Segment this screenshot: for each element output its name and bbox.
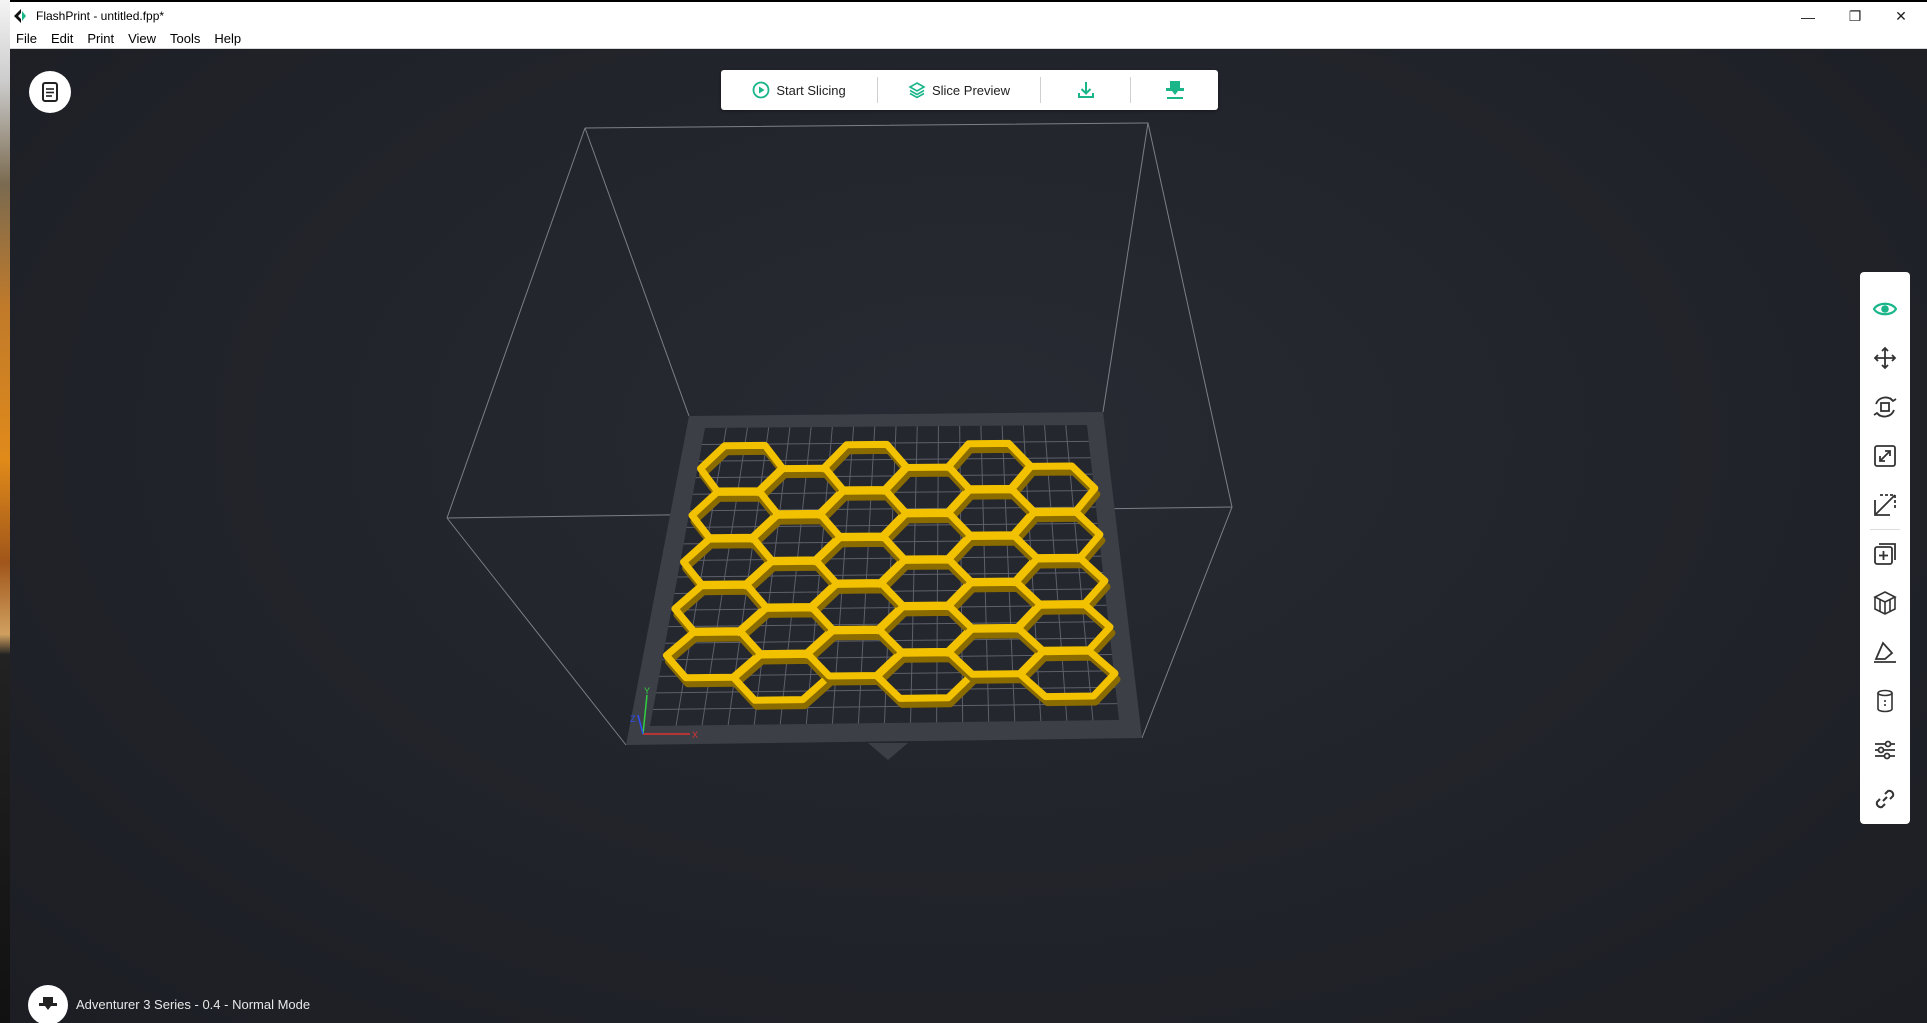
move-button[interactable]	[1860, 333, 1910, 382]
plate-front-notch	[868, 743, 908, 760]
3d-viewport[interactable]: X Y Z Start Slicing Slice Preview Advent…	[10, 50, 1927, 1023]
export-button[interactable]	[1041, 70, 1130, 110]
layers-icon	[908, 82, 926, 99]
menu-help[interactable]: Help	[214, 31, 241, 46]
title-bar: FlashPrint - untitled.fpp* — ❐ ✕	[10, 0, 1927, 29]
supports-icon	[1873, 591, 1897, 616]
scale-icon	[1874, 444, 1896, 467]
slicing-toolbar: Start Slicing Slice Preview	[721, 70, 1218, 110]
link-button[interactable]	[1860, 775, 1910, 824]
build-scene[interactable]: X Y Z	[10, 50, 1927, 1023]
menu-tools[interactable]: Tools	[170, 31, 200, 46]
flashprint-window: FlashPrint - untitled.fpp* — ❐ ✕ File Ed…	[10, 0, 1927, 1023]
eye-icon	[1872, 302, 1898, 315]
window-title: FlashPrint - untitled.fpp*	[36, 8, 165, 23]
minimize-button[interactable]: —	[1785, 2, 1831, 31]
lay-flat-button[interactable]	[1860, 628, 1910, 677]
print-settings-button[interactable]	[1860, 726, 1910, 775]
lay-flat-icon	[1874, 641, 1896, 664]
play-icon	[752, 81, 770, 99]
scale-button[interactable]	[1860, 431, 1910, 480]
supports-button[interactable]	[1860, 579, 1910, 628]
rotate-icon	[1873, 396, 1897, 417]
start-slicing-label: Start Slicing	[776, 82, 846, 98]
printer-status-text: Adventurer 3 Series - 0.4 - Normal Mode	[76, 997, 311, 1012]
axis-y-label: Y	[644, 686, 650, 696]
view-button[interactable]	[1860, 284, 1910, 333]
axis-z-label: Z	[630, 714, 636, 724]
menu-view[interactable]: View	[128, 31, 156, 46]
close-button[interactable]: ✕	[1878, 2, 1924, 31]
add-model-icon	[1874, 543, 1896, 566]
start-slicing-button[interactable]: Start Slicing	[721, 70, 877, 110]
menu-edit[interactable]: Edit	[51, 31, 73, 46]
link-icon	[1875, 790, 1895, 809]
rotate-button[interactable]	[1860, 382, 1910, 431]
flashprint-logo-icon	[14, 8, 26, 23]
axis-x-label: X	[692, 730, 698, 740]
edit-toolbar	[1860, 272, 1910, 824]
document-icon	[42, 82, 58, 102]
cut-icon	[1874, 493, 1896, 516]
notes-button[interactable]	[29, 71, 71, 113]
move-icon	[1873, 346, 1897, 369]
nozzle-icon	[1165, 81, 1184, 99]
nozzle-icon	[39, 997, 57, 1010]
printer-connection-button[interactable]	[28, 985, 68, 1023]
restore-button[interactable]: ❐	[1832, 2, 1878, 31]
add-model-button[interactable]	[1860, 530, 1910, 579]
desktop-edge	[0, 0, 10, 1023]
sliders-icon	[1875, 741, 1895, 760]
menu-bar: File Edit Print View Tools Help	[10, 29, 1927, 49]
cut-button[interactable]	[1860, 480, 1910, 529]
slice-preview-button[interactable]: Slice Preview	[878, 70, 1040, 110]
cylinder-icon	[1877, 690, 1893, 713]
slice-preview-label: Slice Preview	[931, 82, 1011, 98]
download-icon	[1077, 82, 1094, 98]
print-button[interactable]	[1131, 70, 1218, 110]
menu-file[interactable]: File	[16, 31, 37, 46]
menu-print[interactable]: Print	[87, 31, 114, 46]
extruder-button[interactable]	[1860, 677, 1910, 726]
